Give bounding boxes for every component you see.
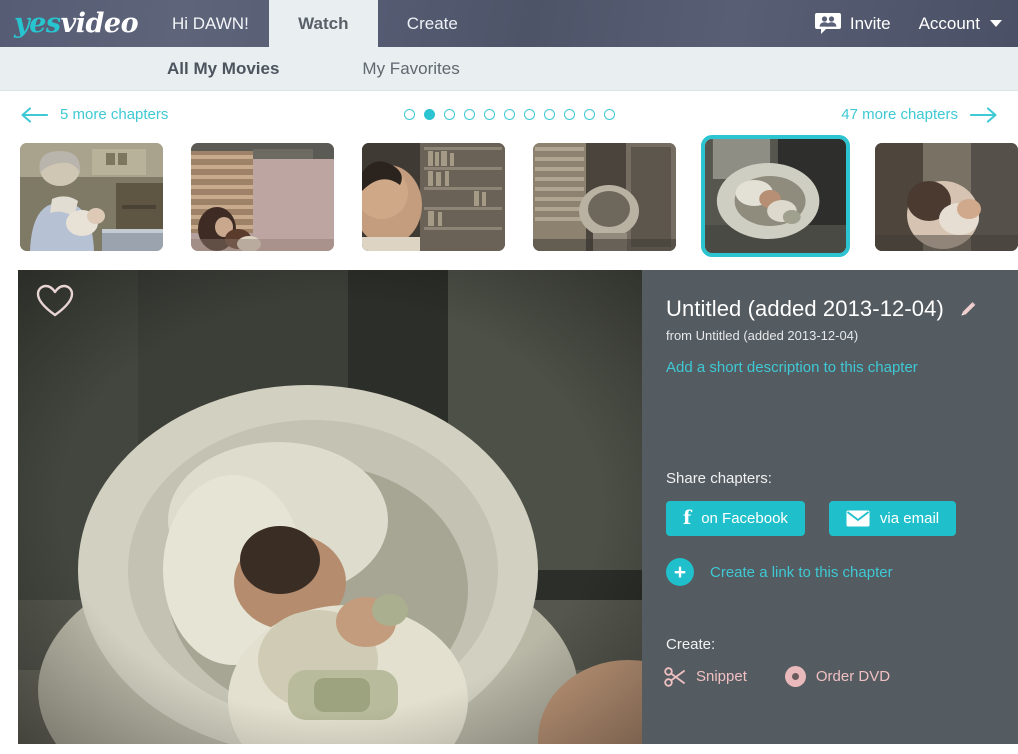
arrow-right-icon (970, 107, 998, 123)
share-via-email-button[interactable]: via email (829, 501, 956, 536)
pagination-dot-5[interactable] (484, 109, 495, 120)
envelope-icon (846, 510, 870, 527)
chapter-thumbnail-strip (0, 138, 1018, 270)
next-chapters-label: 47 more chapters (841, 106, 958, 123)
next-chapters-button[interactable]: 47 more chapters (841, 106, 998, 123)
nav-tab-create-label: Create (407, 14, 458, 34)
subnav-item-my-favorites[interactable]: My Favorites (348, 59, 473, 79)
create-section-label: Create: (666, 636, 715, 653)
order-dvd-label: Order DVD (816, 668, 890, 685)
video-frame (18, 270, 642, 744)
nav-tab-create[interactable]: Create (378, 0, 487, 47)
chapter-title-row: Untitled (added 2013-12-04) (666, 296, 996, 322)
people-speech-bubble-icon (815, 12, 841, 36)
pencil-icon[interactable] (958, 299, 978, 319)
video-player[interactable] (18, 270, 642, 744)
create-link-label: Create a link to this chapter (710, 564, 893, 581)
nav-tab-watch-label: Watch (298, 14, 348, 34)
chapter-thumb-2-image (191, 143, 334, 251)
top-header: yesvideo Hi DAWN! Watch Create Invite Ac… (0, 0, 1018, 47)
share-buttons: f on Facebook via email (666, 501, 956, 536)
chapter-source: from Untitled (added 2013-12-04) (666, 328, 996, 343)
prev-chapters-label: 5 more chapters (60, 106, 168, 123)
facebook-icon: f (683, 509, 691, 528)
arrow-left-icon (20, 107, 48, 123)
create-snippet-label: Snippet (696, 668, 747, 685)
account-menu[interactable]: Account (919, 14, 1002, 34)
header-right-actions: Invite Account (815, 0, 1018, 47)
pagination-dot-6[interactable] (504, 109, 515, 120)
add-description-link[interactable]: Add a short description to this chapter (666, 359, 996, 376)
create-link-button[interactable]: + Create a link to this chapter (666, 558, 893, 586)
dvd-disc-icon (785, 666, 806, 687)
pagination-dot-9[interactable] (564, 109, 575, 120)
chapter-thumb-5-inner (705, 139, 846, 253)
plus-circle-icon: + (666, 558, 694, 586)
chapter-thumb-6-image (875, 143, 1018, 251)
scissors-icon (664, 667, 686, 687)
chapter-thumb-5-image (705, 139, 846, 253)
chapter-thumb-6[interactable] (875, 143, 1018, 251)
create-actions: Snippet Order DVD (664, 666, 890, 687)
chapter-thumb-4[interactable] (533, 143, 676, 251)
chapter-source-prefix: from (666, 328, 692, 343)
chapter-thumb-3[interactable] (362, 143, 505, 251)
chapter-thumb-3-image (362, 143, 505, 251)
pagination-dot-10[interactable] (584, 109, 595, 120)
main-content: Untitled (added 2013-12-04) from Untitle… (0, 270, 1018, 744)
prev-chapters-button[interactable]: 5 more chapters (20, 106, 168, 123)
subnav-item-all-my-movies[interactable]: All My Movies (153, 59, 293, 79)
share-via-email-label: via email (880, 510, 939, 527)
account-label: Account (919, 14, 980, 34)
selected-thumb-pointer (762, 253, 790, 257)
pagination-dot-3[interactable] (444, 109, 455, 120)
share-on-facebook-button[interactable]: f on Facebook (666, 501, 805, 536)
share-on-facebook-label: on Facebook (701, 510, 788, 527)
subnav-item-my-favorites-label: My Favorites (362, 59, 459, 78)
heart-outline-icon[interactable] (36, 284, 74, 323)
user-greeting: Hi DAWN! (152, 0, 269, 47)
pagination-dot-4[interactable] (464, 109, 475, 120)
chapter-thumb-5[interactable] (701, 135, 850, 257)
chapter-thumb-1[interactable] (20, 143, 163, 251)
nav-tab-watch[interactable]: Watch (269, 0, 378, 47)
logo[interactable]: yesvideo (0, 0, 152, 47)
chapter-title: Untitled (added 2013-12-04) (666, 296, 944, 322)
share-chapters-label: Share chapters: (666, 470, 772, 487)
chapter-details-panel: Untitled (added 2013-12-04) from Untitle… (642, 270, 1018, 744)
order-dvd-button[interactable]: Order DVD (785, 666, 890, 687)
chapter-source-value: Untitled (added 2013-12-04) (696, 328, 859, 343)
logo-yes: yes (14, 8, 61, 39)
chapter-thumb-2[interactable] (191, 143, 334, 251)
subnav-item-all-my-movies-label: All My Movies (167, 59, 279, 78)
create-snippet-button[interactable]: Snippet (664, 667, 747, 687)
chapter-pagination-bar: 5 more chapters 47 more chapters (0, 91, 1018, 138)
pagination-dot-2[interactable] (424, 109, 435, 120)
pagination-dot-1[interactable] (404, 109, 415, 120)
pagination-dot-7[interactable] (524, 109, 535, 120)
chevron-down-icon (990, 20, 1002, 27)
invite-button[interactable]: Invite (815, 12, 891, 36)
chapter-thumb-4-image (533, 143, 676, 251)
invite-label: Invite (850, 14, 891, 34)
chapter-thumb-1-image (20, 143, 163, 251)
pagination-dot-11[interactable] (604, 109, 615, 120)
logo-video: video (61, 8, 139, 39)
sub-navigation: All My Movies My Favorites (0, 47, 1018, 91)
pagination-dot-8[interactable] (544, 109, 555, 120)
